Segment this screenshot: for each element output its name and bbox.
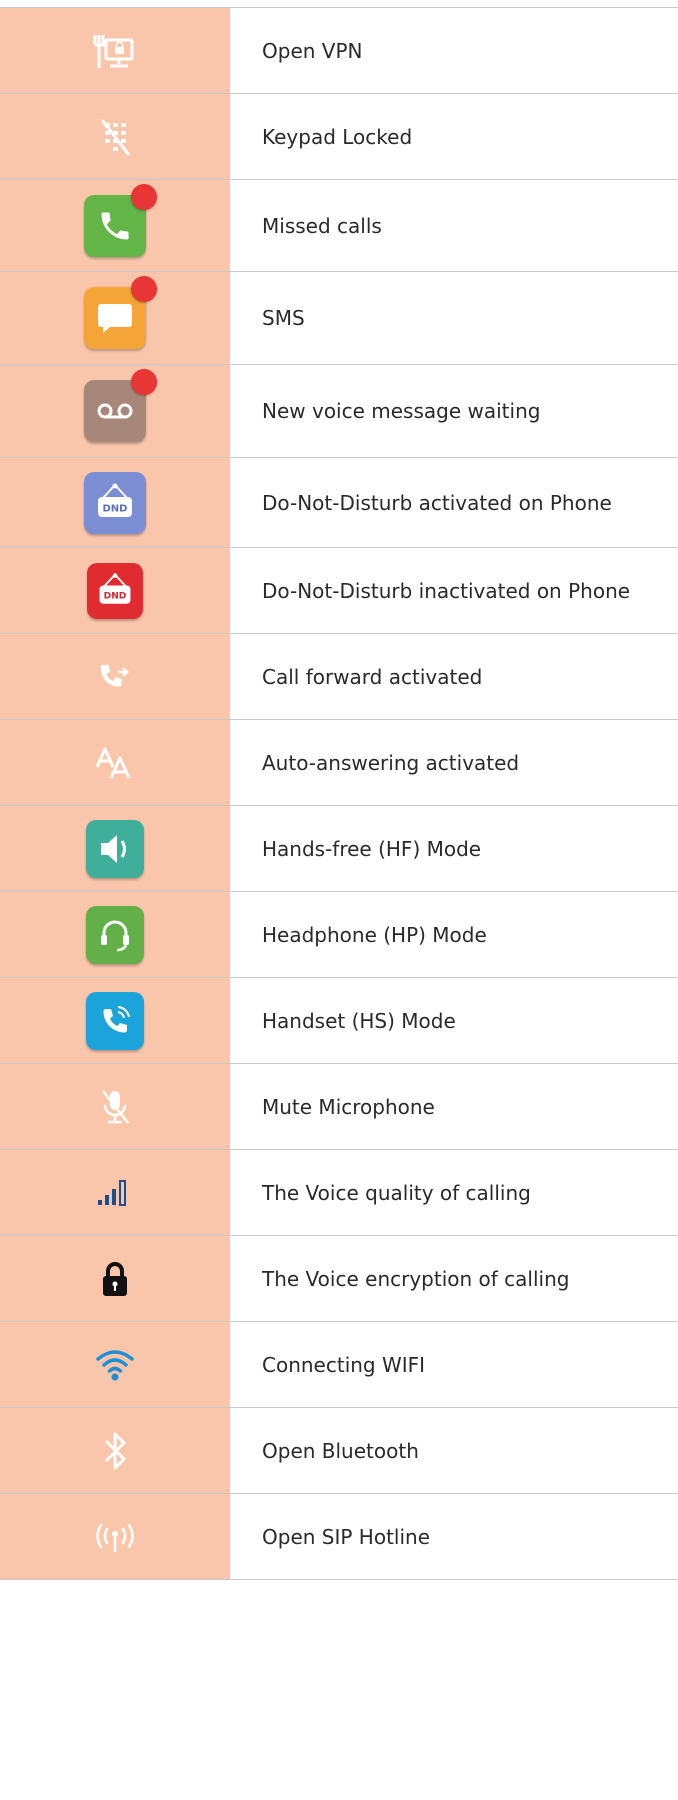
table-row: Auto-answering activated [0, 720, 678, 806]
keypad-locked-icon [97, 117, 133, 157]
row-label: Open VPN [230, 8, 678, 93]
dnd-inactivated-icon: DND [87, 562, 143, 619]
table-row: The Voice encryption of calling [0, 1236, 678, 1322]
row-label: Open SIP Hotline [230, 1494, 678, 1579]
row-label: Do-Not-Disturb inactivated on Phone [230, 548, 678, 633]
row-label: Missed calls [230, 180, 678, 271]
table-row: DND Do-Not-Disturb inactivated on Phone [0, 548, 678, 634]
table-row: Missed calls [0, 180, 678, 272]
dnd-text: DND [103, 503, 128, 514]
auto-answer-icon [93, 745, 137, 781]
table-row: Hands-free (HF) Mode [0, 806, 678, 892]
sms-icon [84, 276, 157, 349]
row-label: The Voice quality of calling [230, 1150, 678, 1235]
lock-icon [98, 1259, 132, 1299]
wifi-icon [93, 1347, 137, 1383]
row-label: SMS [230, 272, 678, 364]
handset-icon [86, 991, 144, 1050]
icon-cell [0, 1494, 230, 1579]
signal-bars-icon [95, 1178, 135, 1208]
row-label: Handset (HS) Mode [230, 978, 678, 1063]
icon-cell [0, 8, 230, 93]
row-label: Call forward activated [230, 634, 678, 719]
sip-hotline-icon [90, 1519, 140, 1555]
row-label: The Voice encryption of calling [230, 1236, 678, 1321]
row-label: Do-Not-Disturb activated on Phone [230, 458, 678, 547]
icon-cell [0, 978, 230, 1063]
icon-cell: DND [0, 548, 230, 633]
table-row: The Voice quality of calling [0, 1150, 678, 1236]
notification-badge [131, 276, 157, 302]
row-label: Open Bluetooth [230, 1408, 678, 1493]
table-row: Call forward activated [0, 634, 678, 720]
row-label: Auto-answering activated [230, 720, 678, 805]
vpn-monitor-icon [92, 31, 138, 71]
icon-cell [0, 1408, 230, 1493]
icon-cell [0, 180, 230, 271]
icon-cell [0, 1322, 230, 1407]
icon-cell [0, 94, 230, 179]
icon-cell: DND [0, 458, 230, 547]
voicemail-icon [84, 369, 157, 442]
icon-cell [0, 272, 230, 364]
table-row: Open Bluetooth [0, 1408, 678, 1494]
table-row: Headphone (HP) Mode [0, 892, 678, 978]
icon-cell [0, 1236, 230, 1321]
icon-cell [0, 634, 230, 719]
table-row: Keypad Locked [0, 94, 678, 180]
notification-badge [131, 369, 157, 395]
icon-cell [0, 720, 230, 805]
speaker-icon [86, 819, 144, 878]
table-row: Open SIP Hotline [0, 1494, 678, 1580]
table-row: Open VPN [0, 8, 678, 94]
row-label: Hands-free (HF) Mode [230, 806, 678, 891]
table-row: Handset (HS) Mode [0, 978, 678, 1064]
status-icon-table: Open VPN Keypad Locked Missed calls SMS … [0, 7, 678, 1580]
headset-icon [86, 905, 144, 964]
icon-cell [0, 806, 230, 891]
dnd-activated-icon: DND [84, 471, 146, 534]
row-label: Mute Microphone [230, 1064, 678, 1149]
table-row: New voice message waiting [0, 365, 678, 458]
table-row: Mute Microphone [0, 1064, 678, 1150]
row-label: Headphone (HP) Mode [230, 892, 678, 977]
row-label: Keypad Locked [230, 94, 678, 179]
table-row: Connecting WIFI [0, 1322, 678, 1408]
icon-cell [0, 365, 230, 457]
icon-cell [0, 1150, 230, 1235]
icon-cell [0, 892, 230, 977]
bluetooth-icon [100, 1428, 130, 1474]
row-label: Connecting WIFI [230, 1322, 678, 1407]
notification-badge [131, 183, 157, 210]
table-row: SMS [0, 272, 678, 365]
row-label: New voice message waiting [230, 365, 678, 457]
icon-cell [0, 1064, 230, 1149]
call-forward-icon [97, 659, 133, 695]
dnd-text: DND [104, 591, 127, 601]
mute-microphone-icon [97, 1087, 133, 1127]
table-row: DND Do-Not-Disturb activated on Phone [0, 458, 678, 548]
missed-calls-icon [84, 183, 157, 257]
